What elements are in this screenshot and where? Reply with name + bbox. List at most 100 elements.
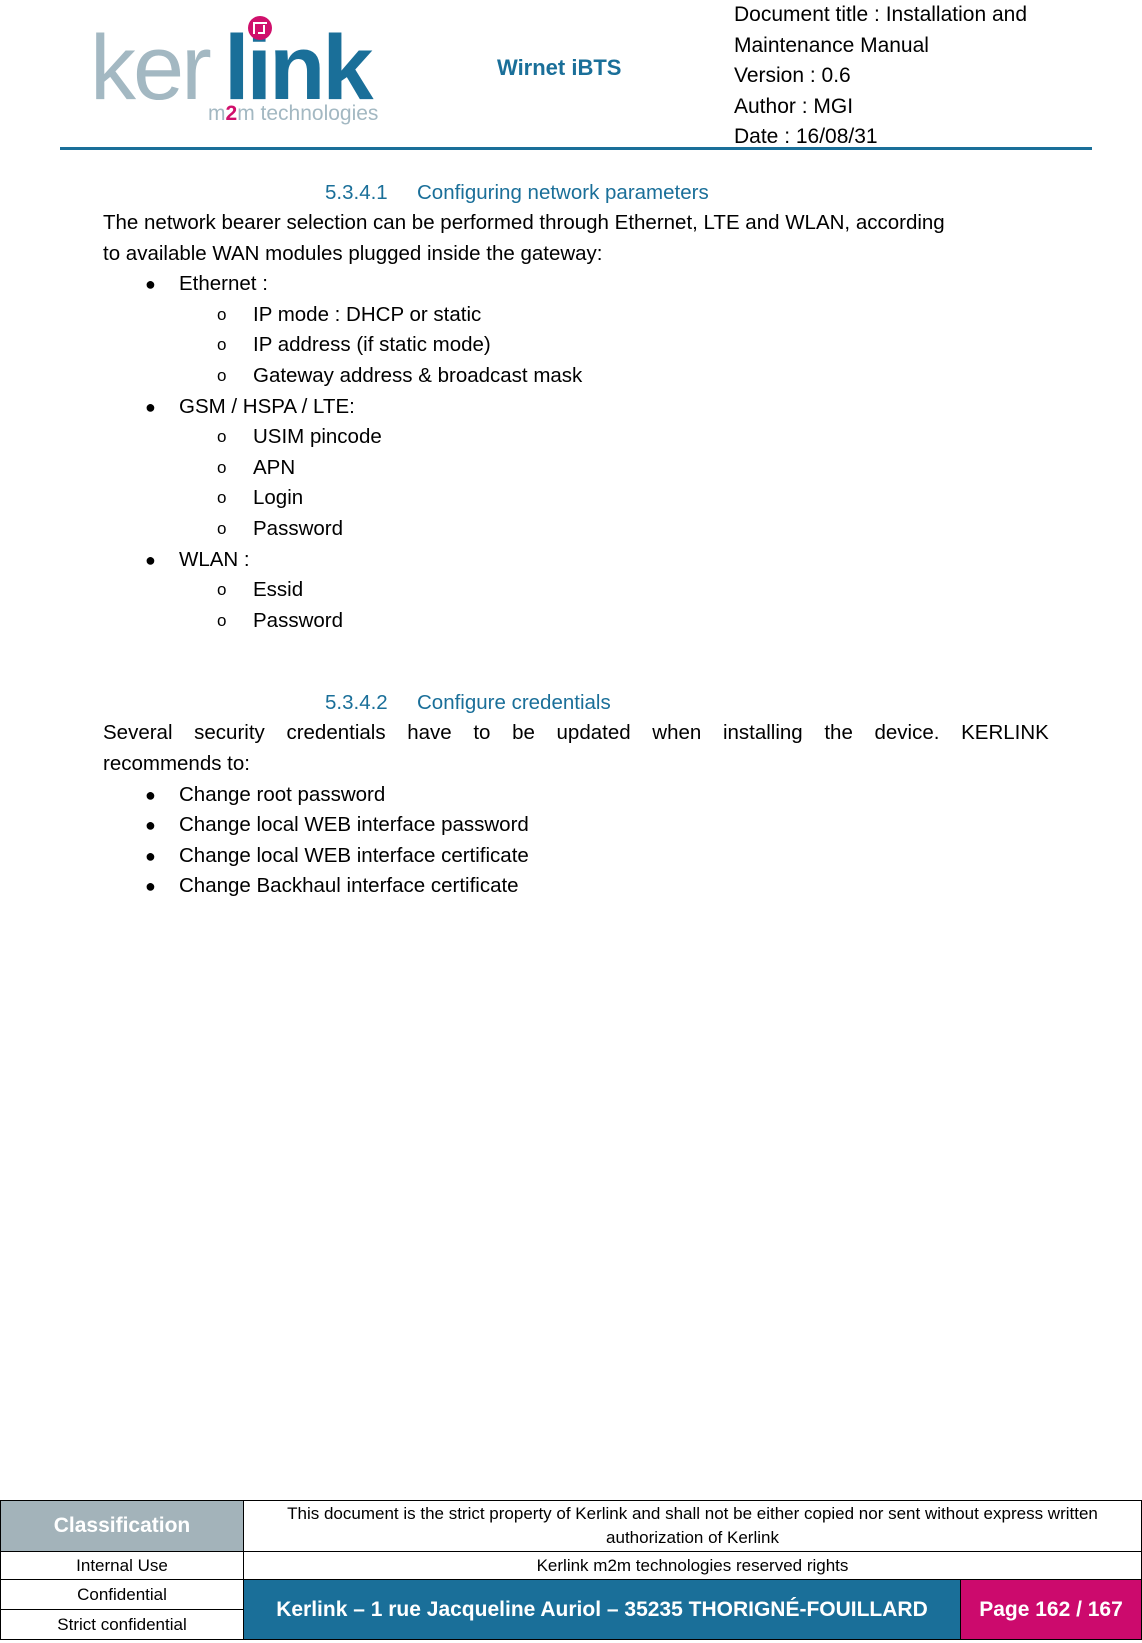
intro-word: when: [652, 721, 702, 745]
intro-word: credentials: [286, 721, 386, 745]
classification-internal-use: Internal Use: [0, 1551, 244, 1580]
list-item-label: WLAN :: [179, 547, 250, 571]
section-number: 5.3.4.2: [325, 691, 388, 715]
page-header: ker link m2m technologies Wirnet iBTS Do…: [0, 0, 1142, 150]
tagline-m: m: [208, 102, 226, 125]
doc-version: Version : 0.6: [734, 64, 851, 87]
section-title: Configuring network parameters: [417, 181, 709, 204]
intro-word: to: [473, 721, 491, 745]
sublist-item: o IP mode : DHCP or static: [179, 300, 1049, 331]
list-item-label: Change local WEB interface password: [179, 813, 529, 836]
list-item-label: Change Backhaul interface certificate: [179, 874, 519, 897]
circle-bullet-icon: o: [217, 335, 227, 355]
credentials-intro-line-2: recommends to:: [103, 751, 250, 775]
credentials-list: ● Change root password ● Change local WEB …: [103, 780, 1049, 902]
sublist-item-label: Essid: [253, 578, 304, 602]
intro-word: device.: [874, 721, 940, 745]
doc-title-line2: Maintenance Manual: [734, 33, 929, 57]
footer-row-classification: Classification This document is the stri…: [0, 1500, 1142, 1552]
doc-title-line1: Document title : Installation and: [734, 3, 1027, 26]
circle-bullet-icon: o: [217, 518, 227, 538]
section-number: 5.3.4.1: [325, 181, 388, 204]
kerlink-logo: ker link m2m technologies: [90, 14, 380, 126]
list-item-label: Ethernet :: [179, 272, 268, 296]
list-item-wlan: ● WLAN : o Essid o Password: [103, 545, 1049, 637]
footer-row-confidential: Confidential Kerlink – 1 rue Jacqueline …: [0, 1579, 1142, 1640]
sublist-item-label: Password: [253, 516, 344, 540]
circle-bullet-icon: o: [217, 365, 227, 385]
bullet-icon: ●: [145, 784, 156, 805]
product-name: Wirnet iBTS: [497, 55, 622, 80]
intro-line-1: The network bearer selection can be perf…: [103, 211, 945, 234]
intro-word: KERLINK: [961, 721, 1049, 745]
list-item: ● Change local WEB interface password: [103, 810, 1049, 841]
property-notice: This document is the strict property of …: [243, 1500, 1142, 1552]
section-heading-network-parameters: 5.3.4.1 Configuring network parameters: [103, 178, 1049, 208]
bullet-icon: ●: [145, 815, 156, 835]
sublist-item-label: APN: [253, 455, 296, 479]
list-item-label: GSM / HSPA / LTE:: [179, 394, 355, 418]
sublist-item-label: IP address (if static mode): [253, 333, 491, 357]
header-divider: [60, 147, 1092, 150]
list-item: ● Change local WEB interface certificate: [103, 841, 1049, 872]
logo-circuit-icon: [248, 16, 272, 40]
bullet-icon: ●: [145, 274, 156, 295]
sublist-item-label: USIM pincode: [253, 425, 382, 449]
page-number: Page 162 / 167: [959, 1579, 1142, 1640]
circle-bullet-icon: o: [217, 457, 227, 477]
intro-word: installing: [722, 721, 803, 745]
list-item: ● Change root password: [103, 780, 1049, 811]
classification-confidential: Confidential: [0, 1579, 244, 1610]
circle-bullet-icon: o: [217, 580, 227, 600]
intro-word: have: [407, 721, 452, 745]
footer-row-internal: Internal Use Kerlink m2m technologies re…: [0, 1551, 1142, 1580]
intro-word: be: [512, 721, 535, 745]
list-item: ● Change Backhaul interface certificate: [103, 871, 1049, 902]
company-address: Kerlink – 1 rue Jacqueline Auriol – 3523…: [243, 1579, 961, 1640]
logo-tagline: m2m technologies: [208, 102, 378, 126]
circle-bullet-icon: o: [217, 488, 227, 508]
list-item-gsm-hspa-lte: ● GSM / HSPA / LTE: o USIM pincode o APN o…: [103, 392, 1049, 545]
document-info: Document title : Installation and Mainte…: [734, 0, 1094, 153]
doc-author: Author : MGI: [734, 94, 854, 118]
bullet-icon: ●: [145, 396, 156, 417]
sublist-item: o APN: [179, 453, 1049, 484]
intro-word: the: [824, 721, 853, 745]
circle-bullet-icon: o: [217, 304, 227, 324]
intro-word: security: [194, 721, 265, 745]
sublist-item-label: Gateway address & broadcast mask: [253, 363, 583, 387]
sublist-item-label: IP mode : DHCP or static: [253, 302, 482, 326]
list-item-label: Change local WEB interface certificate: [179, 843, 529, 867]
sublist-item: o Password: [179, 606, 1049, 637]
sublist-item: o USIM pincode: [179, 422, 1049, 453]
sublist-item-label: Password: [253, 608, 344, 632]
cellular-sublist: o USIM pincode o APN o Login o Password: [179, 422, 1049, 544]
bullet-icon: ●: [145, 549, 156, 570]
sublist-item: o Essid: [179, 575, 1049, 606]
classification-strict-confidential: Strict confidential: [0, 1609, 244, 1640]
list-item-ethernet: ● Ethernet : o IP mode : DHCP or static o…: [103, 269, 1049, 391]
sublist-item: o Password: [179, 514, 1049, 545]
bullet-icon: ●: [145, 876, 156, 896]
circle-bullet-icon: o: [217, 427, 227, 447]
footer-table: Classification This document is the stri…: [0, 1500, 1142, 1640]
ethernet-sublist: o IP mode : DHCP or static o IP address (i…: [179, 300, 1049, 392]
circle-bullet-icon: o: [217, 610, 227, 630]
sublist-item: o IP address (if static mode): [179, 330, 1049, 361]
tagline-two: 2: [225, 102, 238, 125]
logo-text-link: link: [224, 17, 373, 119]
wlan-sublist: o Essid o Password: [179, 575, 1049, 636]
bullet-icon: ●: [145, 845, 156, 866]
sublist-item: o Gateway address & broadcast mask: [179, 361, 1049, 392]
tagline-rest: m technologies: [237, 102, 379, 125]
sublist-item: o Login: [179, 483, 1049, 514]
sublist-item-label: Login: [253, 486, 304, 510]
list-item-label: Change root password: [179, 782, 386, 806]
reserved-rights: Kerlink m2m technologies reserved rights: [243, 1551, 1142, 1580]
page-content: 5.3.4.1 Configuring network parameters Th…: [103, 178, 1049, 902]
credentials-intro-line-1: Several security credentials have to be …: [103, 718, 1049, 749]
section-title: Configure credentials: [417, 691, 611, 715]
logo-text-ker: ker: [90, 17, 212, 119]
intro-word: Several: [103, 721, 173, 745]
